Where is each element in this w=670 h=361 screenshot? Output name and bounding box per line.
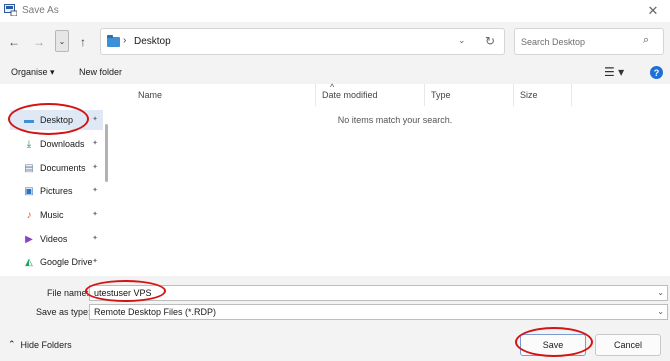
save-dialog-icon — [4, 4, 17, 16]
save-as-type-label: Save as type: — [36, 307, 91, 317]
up-button[interactable]: ↑ — [74, 33, 92, 51]
file-name-input[interactable] — [94, 288, 634, 298]
forward-button[interactable]: → — [30, 33, 48, 51]
chevron-up-icon: ⌃ — [8, 339, 16, 349]
save-form: File name: ⌄ Save as type: Remote Deskto… — [0, 276, 670, 361]
file-name-label: File name: — [47, 288, 90, 298]
google-drive-icon: ◭ — [25, 256, 33, 268]
search-input[interactable] — [521, 35, 636, 49]
refresh-icon[interactable]: ↻ — [485, 34, 495, 48]
sidebar-item-music[interactable]: ♪ Music ✦ — [10, 205, 103, 225]
download-icon: ⤓ — [26, 138, 32, 150]
close-button[interactable]: ✕ — [636, 0, 670, 22]
column-header-name[interactable]: Name — [132, 84, 316, 106]
chevron-down-icon[interactable]: ⌄ — [458, 35, 466, 46]
window-title: Save As — [22, 5, 59, 16]
sidebar-item-label: Desktop — [40, 115, 74, 125]
save-as-type-value: Remote Desktop Files (*.RDP) — [94, 307, 217, 317]
column-header-size[interactable]: Size — [514, 84, 572, 106]
back-button[interactable]: ← — [5, 33, 23, 51]
document-icon: ▤ — [24, 162, 34, 174]
sidebar-item-downloads[interactable]: ⤓ Downloads ✦ — [10, 134, 103, 154]
sidebar-item-label: Google Drive — [40, 257, 93, 267]
content-area: ▬ Desktop ✦ ⤓ Downloads ✦ ▤ Documents ✦ … — [0, 82, 670, 276]
music-icon: ♪ — [26, 209, 32, 221]
new-folder-button[interactable]: New folder — [79, 67, 122, 77]
file-name-field[interactable]: ⌄ — [89, 285, 668, 301]
command-bar: Organise ▾ New folder ☰ ▾ ? — [0, 62, 670, 84]
sidebar-item-label: Music — [40, 210, 64, 220]
sidebar-scrollbar[interactable] — [105, 124, 108, 182]
sidebar-item-desktop[interactable]: ▬ Desktop ✦ — [10, 110, 103, 130]
sidebar-item-google-drive[interactable]: ◭ Google Drive ✦ — [10, 252, 103, 272]
pin-icon: ✦ — [92, 235, 98, 242]
chevron-down-icon[interactable]: ⌄ — [657, 288, 664, 297]
empty-message: No items match your search. — [337, 115, 453, 125]
view-options-icon[interactable]: ☰ ▾ — [604, 65, 624, 79]
sidebar-item-pictures[interactable]: ▣ Pictures ✦ — [10, 181, 103, 201]
pin-icon: ✦ — [92, 116, 98, 123]
folder-icon — [107, 35, 120, 47]
organise-menu[interactable]: Organise ▾ — [11, 67, 55, 78]
breadcrumb-desktop[interactable]: Desktop — [134, 36, 171, 47]
breadcrumb-separator-icon: › — [123, 35, 127, 46]
video-icon: ▶ — [25, 233, 33, 245]
navigation-bar: ← → ⌄ ↑ › Desktop ⌄ ↻ ⌕ — [0, 22, 670, 62]
pin-icon: ✦ — [92, 164, 98, 171]
save-as-type-select[interactable]: Remote Desktop Files (*.RDP) ⌄ — [89, 304, 668, 320]
cancel-button[interactable]: Cancel — [595, 334, 661, 356]
sidebar-item-label: Pictures — [40, 186, 73, 196]
hide-folders-label: Hide Folders — [20, 339, 72, 350]
sidebar-item-documents[interactable]: ▤ Documents ✦ — [10, 158, 103, 178]
desktop-icon: ▬ — [24, 114, 34, 126]
recent-locations-button[interactable]: ⌄ — [55, 30, 69, 52]
search-box[interactable]: ⌕ — [514, 28, 664, 55]
sidebar-item-label: Videos — [40, 234, 68, 244]
pin-icon: ✦ — [92, 140, 98, 147]
pin-icon: ✦ — [92, 211, 98, 218]
sidebar-item-label: Downloads — [40, 139, 85, 149]
column-headers: ^ Name Date modified Type Size — [110, 82, 670, 106]
sidebar-item-videos[interactable]: ▶ Videos ✦ — [10, 229, 103, 249]
pin-icon: ✦ — [92, 258, 98, 265]
picture-icon: ▣ — [24, 185, 34, 197]
save-button[interactable]: Save — [520, 334, 586, 356]
pin-icon: ✦ — [92, 187, 98, 194]
search-icon[interactable]: ⌕ — [643, 34, 649, 47]
chevron-down-icon[interactable]: ⌄ — [657, 307, 664, 316]
hide-folders-button[interactable]: ⌃ Hide Folders — [8, 339, 72, 350]
help-icon[interactable]: ? — [650, 66, 663, 79]
title-bar: Save As ✕ — [0, 0, 670, 22]
column-header-type[interactable]: Type — [425, 84, 514, 106]
address-bar[interactable]: › Desktop ⌄ ↻ — [100, 28, 505, 55]
navigation-pane: ▬ Desktop ✦ ⤓ Downloads ✦ ▤ Documents ✦ … — [0, 84, 110, 276]
sidebar-item-label: Documents — [40, 163, 86, 173]
column-header-date-modified[interactable]: Date modified — [316, 84, 425, 106]
